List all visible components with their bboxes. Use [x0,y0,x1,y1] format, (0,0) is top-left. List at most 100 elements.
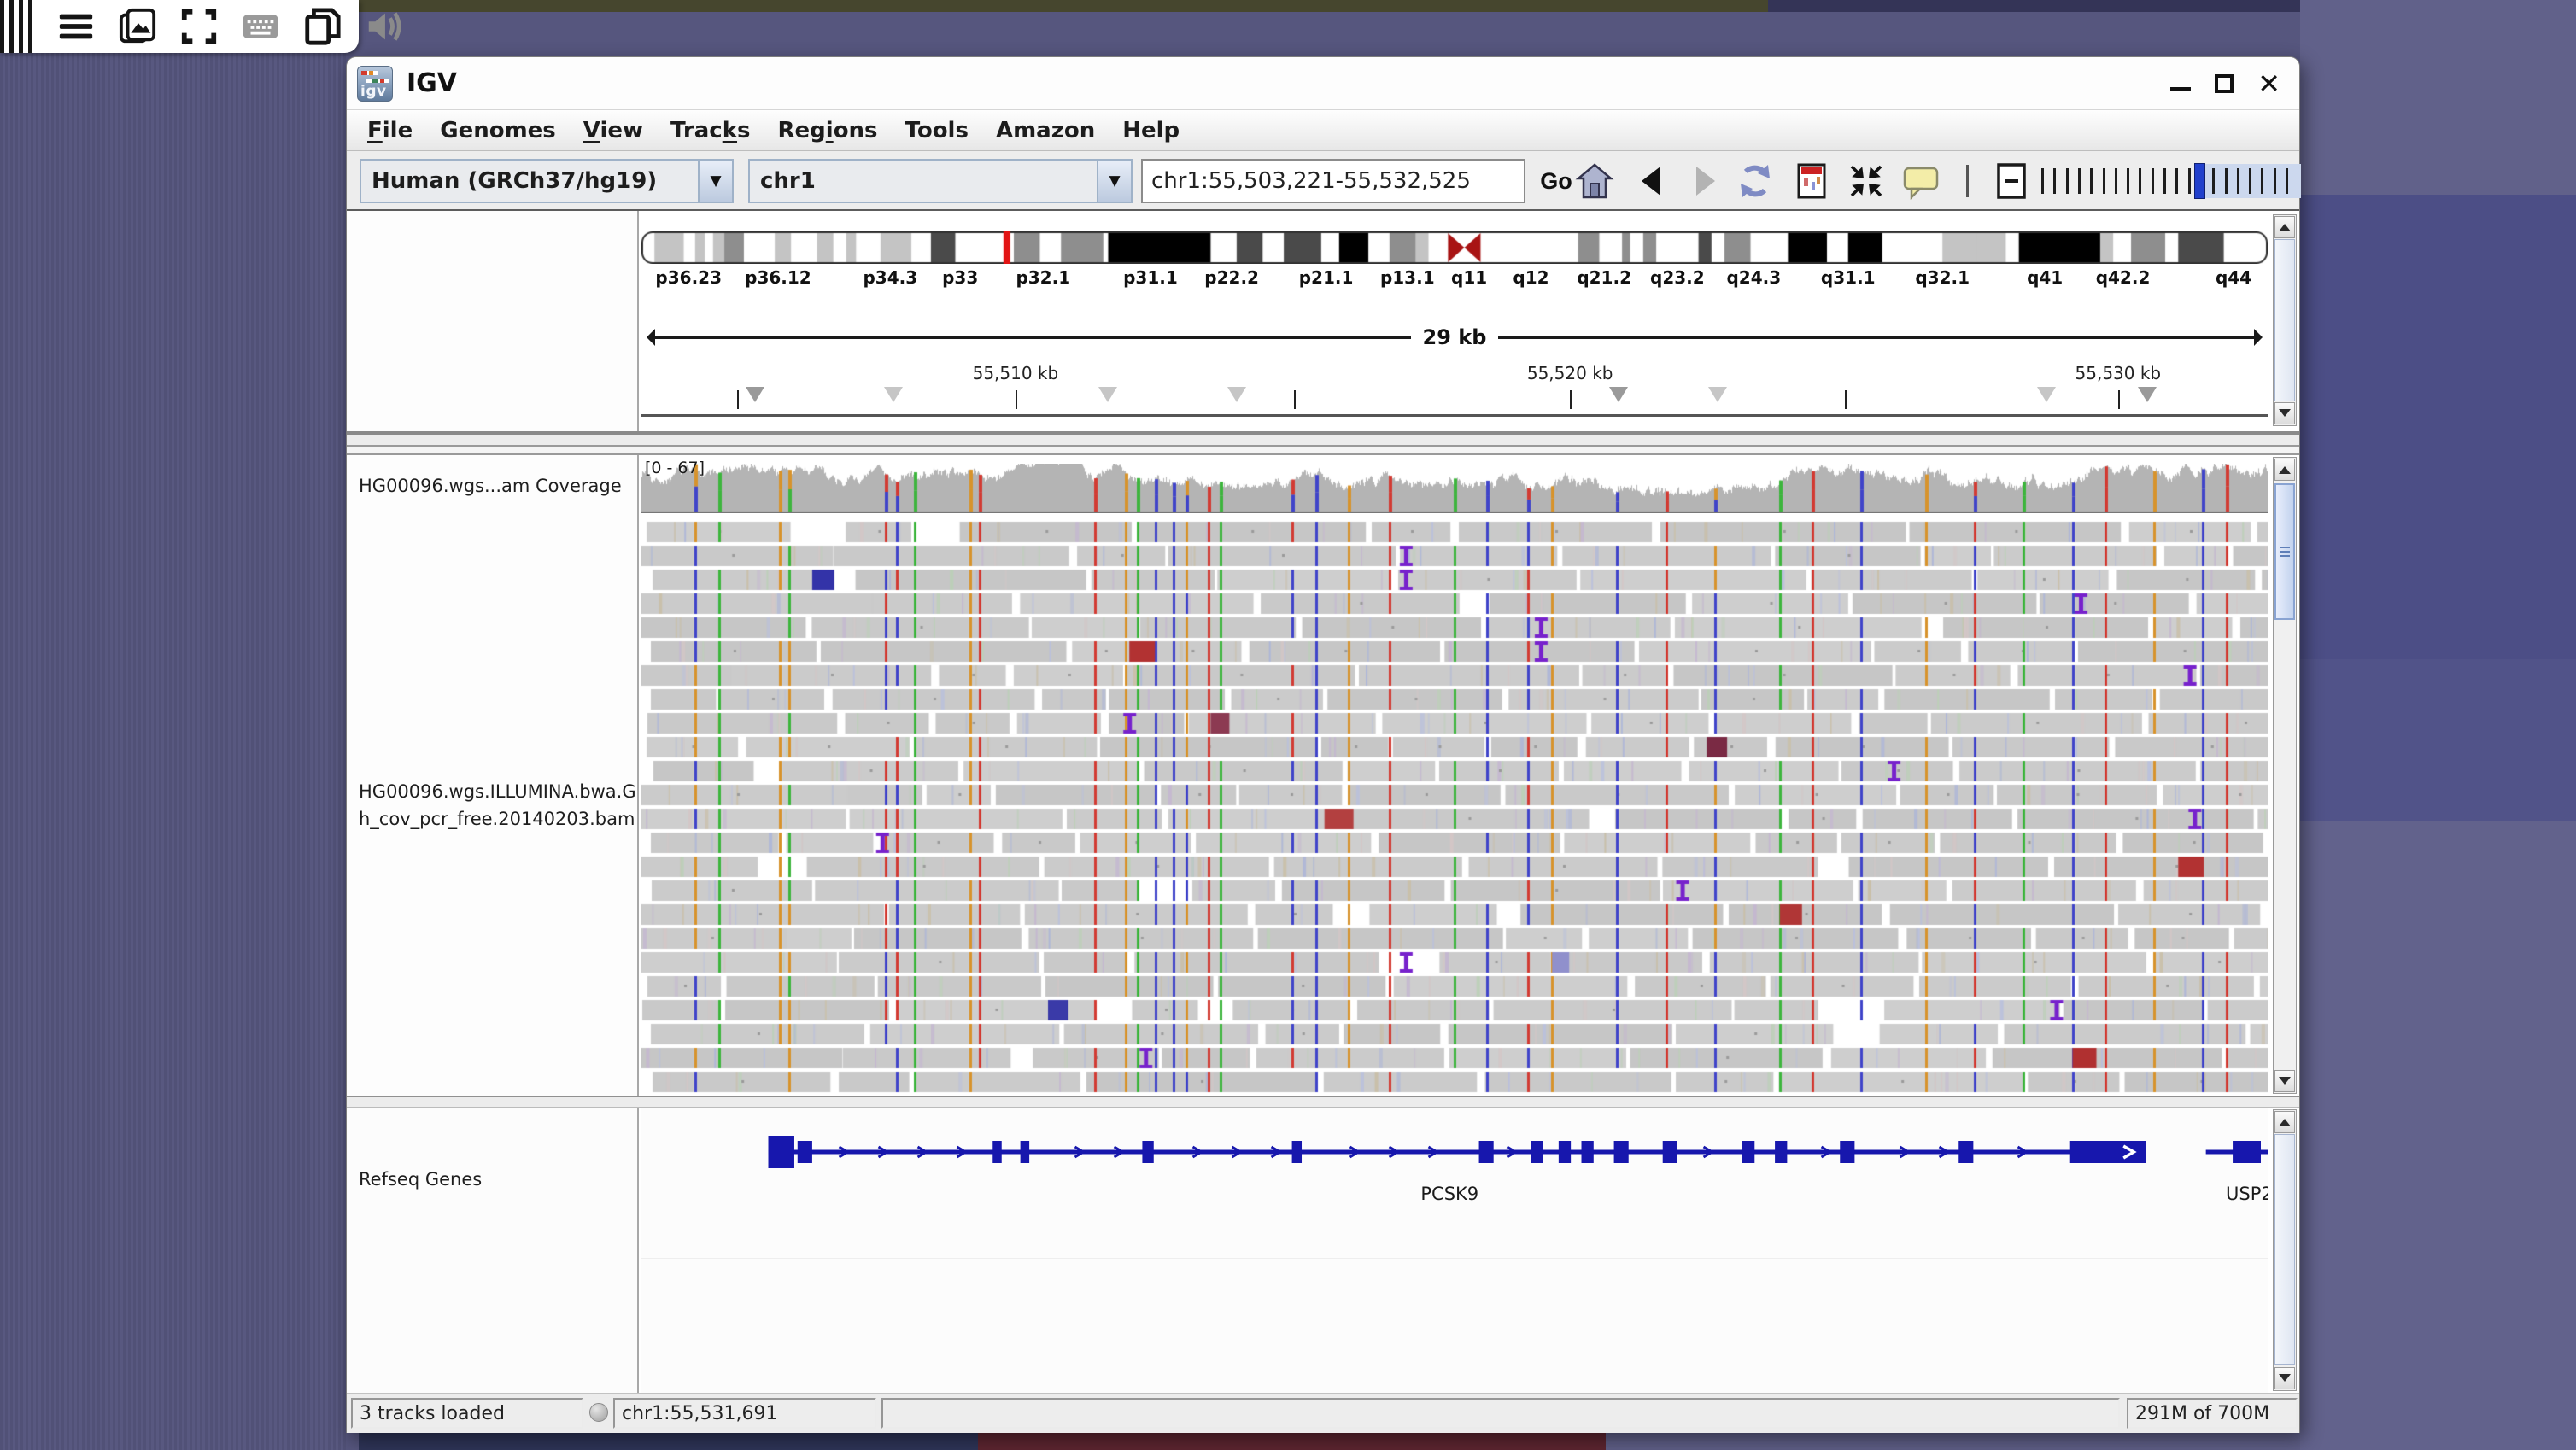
gene-exon[interactable] [1142,1141,1153,1163]
scroll-up-button[interactable] [2274,1111,2295,1133]
zoom-slider[interactable] [2038,161,2301,201]
chromosome-ideogram[interactable] [641,231,2268,264]
gene-track-name[interactable]: Refseq Genes [359,1169,482,1190]
maximize-button[interactable] [2215,74,2234,93]
keyboard-icon[interactable] [241,7,280,46]
alignment-track-name-line2[interactable]: h_cov_pcr_free.20140203.bam [359,809,635,829]
region-marker-icon[interactable] [1609,387,1628,402]
gene-exon[interactable] [1531,1141,1543,1163]
genome-select[interactable]: Human (GRCh37/hg19) ▼ [360,159,734,203]
locus-input[interactable] [1141,159,1525,203]
cytoband-label-p34.3: p34.3 [863,267,917,288]
scrollbar-thumb[interactable] [2274,239,2295,401]
menu-view[interactable]: View [570,118,657,143]
chevron-down-icon[interactable]: ▼ [698,161,732,202]
gene-exon[interactable] [1582,1141,1594,1163]
drag-handle-icon[interactable] [0,0,34,53]
region-marker-icon[interactable] [2138,387,2157,402]
scroll-down-button[interactable] [2274,1367,2295,1389]
coverage-track[interactable] [641,464,2268,513]
gene-exon[interactable] [1559,1141,1571,1163]
menu-help[interactable]: Help [1109,118,1193,143]
copy-icon[interactable] [302,7,342,46]
screenshot-icon[interactable] [118,7,157,46]
scroll-up-button[interactable] [2274,216,2295,238]
alignment-track-name-line1[interactable]: HG00096.wgs.ILLUMINA.bwa.G [359,781,636,802]
region-marker-icon[interactable] [746,387,764,402]
desktop-surface [359,0,1768,12]
gene-exon[interactable] [1663,1141,1677,1163]
scroll-down-button[interactable] [2274,1070,2295,1092]
gene-exon[interactable] [1958,1141,1973,1163]
menu-tools[interactable]: Tools [892,118,982,143]
gene-label-pcsk9: PCSK9 [1420,1184,1478,1204]
menu-tracks[interactable]: Tracks [657,118,764,143]
gene-exon[interactable] [1840,1141,1854,1163]
zoom-slider-tick [2041,168,2044,194]
menu-amazon[interactable]: Amazon [982,118,1109,143]
scrollbar-thumb[interactable] [2274,1134,2295,1365]
ruler-ticks: 55,510 kb55,520 kb55,530 kb [641,363,2268,412]
chevron-down-icon[interactable]: ▼ [1097,161,1131,202]
menu-file[interactable]: File [354,118,426,143]
ruler-span: 29 kb [647,325,2263,349]
scrollbar-genes[interactable] [2273,1109,2297,1391]
gene-exon[interactable] [1614,1141,1629,1163]
gene-exon[interactable] [1021,1141,1029,1163]
back-icon[interactable] [1633,161,1672,201]
minimize-button[interactable] [2170,87,2191,91]
cytoband-label-q24.3: q24.3 [1726,267,1781,288]
cytoband-label-p22.2: p22.2 [1204,267,1259,288]
panel-splitter[interactable] [347,1096,2299,1108]
gene-exon[interactable] [1775,1141,1787,1163]
close-button[interactable]: ✕ [2257,70,2280,97]
memory-status: 291M of 700M [2127,1398,2298,1429]
zoom-slider-tick [2139,168,2141,194]
refseq-gene-track[interactable]: PCSK9USP24 [641,1121,2268,1232]
region-marker-icon[interactable] [1708,387,1727,402]
ruler-tick [1294,390,1296,409]
gene-exon[interactable] [798,1141,812,1163]
home-icon[interactable] [1575,161,1614,201]
scrollbar-alignment[interactable] [2273,457,2297,1094]
window-title: IGV [407,68,457,98]
zoom-out-icon[interactable] [1992,161,2031,201]
scrollbar-thumb[interactable] [2274,483,2295,620]
chromosome-select-value: chr1 [750,168,1097,194]
region-tool-icon[interactable] [1792,161,1831,201]
coverage-track-name[interactable]: HG00096.wgs...am Coverage [359,476,622,496]
menu-genomes[interactable]: Genomes [426,118,570,143]
fit-to-window-icon[interactable] [1847,161,1886,201]
refresh-icon[interactable] [1736,161,1775,201]
tooltip-icon[interactable] [1901,161,1941,201]
forward-icon[interactable] [1684,161,1724,201]
gene-panel: Refseq Genes PCSK9USP24 [347,1108,2299,1393]
zoom-slider-thumb[interactable] [2194,163,2205,199]
title-bar[interactable]: igv IGV ✕ [347,57,2299,110]
region-marker-icon[interactable] [2037,387,2056,402]
gene-exon[interactable] [2233,1141,2261,1163]
gene-intron-line[interactable] [769,1150,2146,1155]
scroll-down-button[interactable] [2274,402,2295,424]
alignment-reads-track[interactable] [641,520,2268,1094]
status-bar: 3 tracks loaded chr1:55,531,691 291M of … [347,1393,2299,1433]
menu-regions[interactable]: Regions [764,118,892,143]
go-button[interactable]: Go [1532,159,1580,203]
region-marker-icon[interactable] [884,387,903,402]
chromosome-select[interactable]: chr1 ▼ [748,159,1133,203]
gene-exon[interactable] [1742,1141,1754,1163]
region-marker-icon[interactable] [1098,387,1117,402]
gene-exon[interactable] [992,1141,1001,1163]
panel-splitter[interactable] [347,431,2299,455]
scrollbar-header[interactable] [2273,214,2297,426]
gene-exon[interactable] [1479,1141,1494,1163]
region-marker-icon[interactable] [1227,387,1246,402]
zoom-slider-tick [2188,168,2191,194]
gene-exon[interactable] [1292,1141,1302,1163]
desktop-surface [1768,0,2300,12]
scroll-up-button[interactable] [2274,459,2295,481]
gene-exon[interactable] [769,1136,794,1168]
menu-icon[interactable] [56,7,96,46]
audio-icon[interactable] [364,7,403,46]
fullscreen-icon[interactable] [179,7,219,46]
